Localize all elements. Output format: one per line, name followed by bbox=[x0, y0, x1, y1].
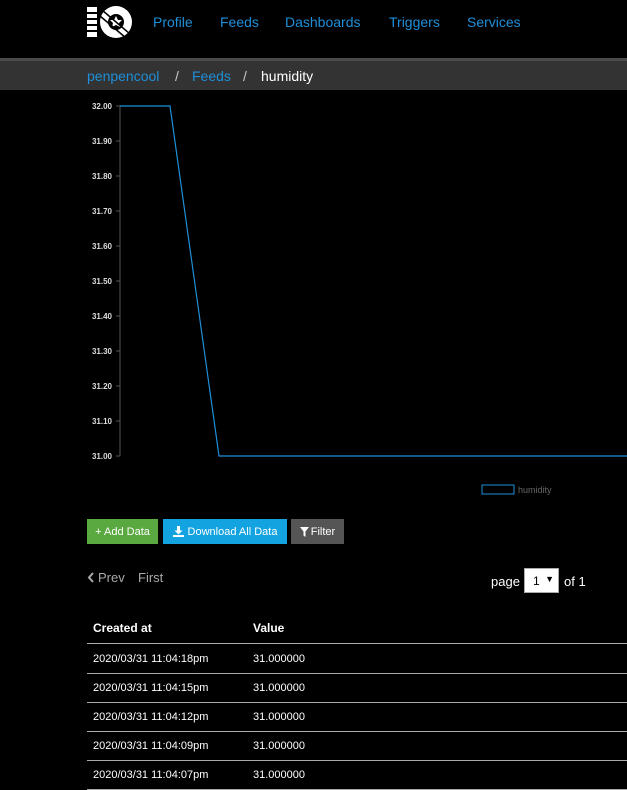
table-row[interactable]: 2020/03/31 11:04:15pm 31.000000 bbox=[87, 673, 627, 703]
chevron-down-icon: ▼ bbox=[545, 574, 554, 584]
nav-feeds-link[interactable]: Feeds bbox=[220, 14, 259, 30]
add-data-button[interactable]: + Add Data bbox=[87, 519, 158, 544]
value-cell: 31.000000 bbox=[253, 769, 305, 781]
breadcrumb-current: humidity bbox=[261, 68, 314, 84]
column-header-created-at[interactable]: Created at bbox=[93, 621, 152, 635]
created-at-cell: 2020/03/31 11:04:15pm bbox=[93, 682, 209, 694]
filter-label: Filter bbox=[310, 525, 336, 538]
page-select[interactable]: 1 ▼ bbox=[524, 568, 559, 593]
prev-label: Prev bbox=[98, 570, 125, 585]
breadcrumb-separator: / bbox=[243, 68, 247, 84]
y-tick-label: 31.40 bbox=[92, 312, 113, 321]
breadcrumb-user-link[interactable]: penpencool bbox=[87, 68, 159, 84]
first-page-link[interactable]: First bbox=[138, 570, 163, 585]
humidity-chart: 32.00 31.90 31.80 31.70 31.60 31.50 31.40 31.30… bbox=[92, 102, 627, 495]
y-tick-label: 32.00 bbox=[92, 102, 113, 111]
breadcrumb-feeds-link[interactable]: Feeds bbox=[192, 68, 231, 84]
filter-button[interactable]: Filter bbox=[291, 519, 344, 544]
value-cell: 31.000000 bbox=[253, 682, 305, 694]
nav-triggers-link[interactable]: Triggers bbox=[389, 14, 440, 30]
table-row[interactable]: 2020/03/31 11:04:07pm 31.000000 bbox=[87, 760, 627, 790]
nav-dashboards-link[interactable]: Dashboards bbox=[285, 14, 361, 30]
created-at-cell: 2020/03/31 11:04:07pm bbox=[93, 769, 209, 781]
value-cell: 31.000000 bbox=[253, 653, 305, 665]
y-axis: 32.00 31.90 31.80 31.70 31.60 31.50 31.40 31.30… bbox=[92, 102, 120, 461]
humidity-series-line bbox=[120, 105, 627, 457]
chevron-left-icon bbox=[87, 572, 94, 583]
download-label: Download All Data bbox=[187, 525, 278, 538]
y-tick-label: 31.00 bbox=[92, 452, 113, 461]
filter-icon bbox=[299, 526, 309, 537]
nav-profile-link[interactable]: Profile bbox=[153, 14, 193, 30]
y-tick-label: 31.80 bbox=[92, 172, 113, 181]
created-at-cell: 2020/03/31 11:04:09pm bbox=[93, 740, 209, 752]
column-header-value[interactable]: Value bbox=[253, 621, 284, 635]
legend-label: humidity bbox=[518, 485, 552, 495]
y-tick-label: 31.50 bbox=[92, 277, 113, 286]
breadcrumb: penpencool / Feeds / humidity bbox=[0, 58, 627, 90]
value-cell: 31.000000 bbox=[253, 711, 305, 723]
y-tick-label: 31.30 bbox=[92, 347, 113, 356]
page-select-value: 1 bbox=[533, 574, 540, 588]
download-icon bbox=[172, 526, 184, 537]
y-tick-label: 31.20 bbox=[92, 382, 113, 391]
table-row[interactable]: 2020/03/31 11:04:09pm 31.000000 bbox=[87, 731, 627, 761]
y-tick-label: 31.90 bbox=[92, 137, 113, 146]
download-all-data-button[interactable]: Download All Data bbox=[163, 519, 287, 544]
y-tick-label: 31.70 bbox=[92, 207, 113, 216]
page-label: page bbox=[491, 574, 520, 589]
created-at-cell: 2020/03/31 11:04:12pm bbox=[93, 711, 209, 723]
table-row[interactable]: 2020/03/31 11:04:18pm 31.000000 bbox=[87, 644, 627, 674]
legend-swatch bbox=[481, 484, 515, 495]
value-cell: 31.000000 bbox=[253, 740, 305, 752]
top-navigation: Profile Feeds Dashboards Triggers Servic… bbox=[0, 0, 627, 58]
adafruit-io-logo-icon[interactable] bbox=[86, 4, 134, 40]
y-tick-label: 31.10 bbox=[92, 417, 113, 426]
chart-legend[interactable]: humidity bbox=[481, 484, 552, 495]
y-tick-label: 31.60 bbox=[92, 242, 113, 251]
table-row[interactable]: 2020/03/31 11:04:12pm 31.000000 bbox=[87, 702, 627, 732]
breadcrumb-separator: / bbox=[175, 68, 179, 84]
created-at-cell: 2020/03/31 11:04:18pm bbox=[93, 653, 209, 665]
table-header: Created at Value bbox=[87, 614, 627, 644]
prev-page-link[interactable]: Prev bbox=[87, 570, 125, 585]
page-total-label: of 1 bbox=[564, 574, 586, 589]
nav-services-link[interactable]: Services bbox=[467, 14, 521, 30]
